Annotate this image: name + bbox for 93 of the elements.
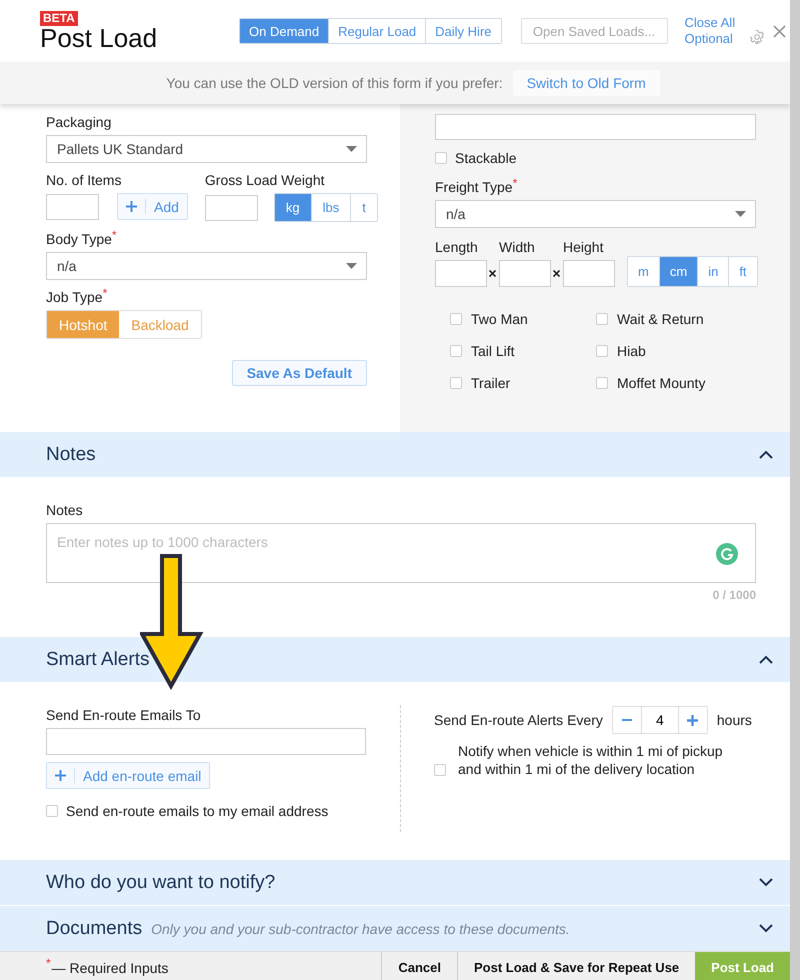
field-label: Gross Load Weight: [204, 172, 326, 188]
dimension-input[interactable]: [435, 260, 487, 287]
section-title: Documents: [46, 918, 142, 940]
section-header[interactable]: Documents Only you and your sub-contractor have access to these documents.: [0, 906, 790, 951]
checkbox[interactable]: [596, 313, 608, 325]
email-input[interactable]: [46, 728, 366, 755]
checkbox-label: Trailer: [471, 375, 510, 391]
section-header[interactable]: Smart Alerts: [0, 637, 790, 682]
mode-tab[interactable]: On Demand: [240, 19, 328, 43]
checkbox[interactable]: [434, 764, 446, 776]
freight-type-select[interactable]: n/a: [435, 200, 756, 228]
field-label: No. of Items: [46, 172, 122, 188]
section-header[interactable]: Who do you want to notify?: [0, 860, 790, 905]
close-all-optional-link[interactable]: Close All Optional: [684, 15, 738, 47]
page-title: Post Load: [40, 23, 158, 53]
field-label: Freight Type: [435, 179, 513, 195]
required-mark: *: [112, 229, 117, 241]
required-mark: *: [46, 956, 51, 968]
section-note: Only you and your sub-contractor have access to these documents.: [151, 920, 570, 936]
dropdown-caret-icon: [346, 146, 357, 152]
mode-tab[interactable]: Daily Hire: [425, 19, 500, 43]
weight-input[interactable]: [204, 194, 258, 220]
field-label: Send En-route Alerts Every: [434, 712, 603, 728]
checkbox[interactable]: [596, 377, 608, 389]
required-mark: *: [102, 287, 108, 299]
checkbox[interactable]: [435, 152, 447, 164]
checkbox-label: Wait & Return: [617, 311, 704, 327]
chevron-up-icon[interactable]: [759, 655, 773, 664]
plus-icon: [687, 714, 698, 726]
interval-input[interactable]: 4: [640, 707, 679, 733]
plus-icon: [126, 201, 137, 212]
unit-toggle[interactable]: kg: [274, 194, 311, 221]
checkbox[interactable]: [46, 805, 58, 817]
required-note: — Required Inputs: [52, 960, 168, 976]
dimension-input[interactable]: [563, 260, 615, 287]
field-label: Packaging: [46, 114, 112, 130]
job-type-toggle[interactable]: Hotshot: [47, 311, 120, 338]
required-mark: *: [512, 177, 518, 189]
field-label: Length: [435, 239, 479, 255]
field-label: Body Type: [46, 231, 112, 247]
plus-icon: [55, 770, 66, 781]
add-item-button[interactable]: Add: [117, 193, 188, 220]
checkbox[interactable]: [596, 345, 608, 357]
times-icon: [553, 270, 560, 277]
beta-badge: BETA: [40, 11, 78, 26]
placeholder-text: Enter notes up to 1000 characters: [57, 534, 268, 550]
checkbox-label: Stackable: [455, 150, 516, 166]
unit-toggle[interactable]: in: [697, 257, 728, 286]
checkbox-label: Two Man: [471, 311, 528, 327]
close-icon[interactable]: [772, 24, 786, 38]
items-input[interactable]: [46, 194, 99, 220]
field-label: Width: [499, 239, 536, 255]
post-load-button[interactable]: Post Load: [695, 952, 790, 980]
field-label: Notes: [46, 502, 84, 518]
settings-icon[interactable]: [750, 30, 764, 44]
section-title: Who do you want to notify?: [46, 872, 276, 894]
checkbox-label: Notify when vehicle is within 1 mi of pickup and within 1 mi of the delivery location: [458, 742, 724, 778]
section-title: Smart Alerts: [46, 648, 150, 670]
unit-label: hours: [716, 712, 752, 728]
times-icon: [489, 270, 496, 277]
checkbox[interactable]: [450, 377, 462, 389]
field-label: Height: [563, 239, 604, 255]
character-counter: 0 / 1000: [712, 588, 756, 602]
notes-textarea[interactable]: Enter notes up to 1000 characters: [46, 523, 756, 583]
chevron-down-icon[interactable]: [759, 878, 773, 887]
switch-form-link[interactable]: Switch to Old Form: [512, 70, 660, 96]
cubic-metres-input[interactable]: [435, 114, 756, 140]
interval-stepper[interactable]: 4: [612, 706, 708, 734]
dropdown-caret-icon: [735, 211, 746, 217]
checkbox-label: Send en-route emails to my email address: [66, 803, 328, 819]
add-email-button[interactable]: Add en-route email: [46, 762, 210, 789]
chevron-up-icon[interactable]: [759, 450, 773, 459]
minus-icon: [622, 719, 632, 721]
checkbox-label: Hiab: [617, 343, 646, 359]
packaging-select[interactable]: Pallets UK Standard: [46, 135, 367, 163]
notice-text: You can use the OLD version of this form if you prefer:: [166, 75, 503, 91]
checkbox-label: Tail Lift: [471, 343, 515, 359]
field-label: Job Type: [46, 289, 103, 305]
dropdown-caret-icon: [346, 263, 357, 269]
checkbox[interactable]: [450, 313, 462, 325]
section-header[interactable]: Notes: [0, 432, 790, 477]
section-title: Notes: [46, 444, 96, 466]
unit-toggle[interactable]: cm: [658, 257, 698, 286]
checkbox[interactable]: [450, 345, 462, 357]
unit-toggle[interactable]: t: [350, 194, 377, 221]
chevron-down-icon[interactable]: [759, 924, 773, 933]
body-type-select[interactable]: n/a: [46, 252, 367, 280]
field-label: Send En-route Emails To: [46, 707, 202, 723]
unit-toggle[interactable]: m: [628, 257, 659, 286]
save-default-button[interactable]: Save As Default: [232, 360, 367, 386]
unit-toggle[interactable]: ft: [728, 257, 757, 286]
checkbox-label: Moffet Mounty: [617, 375, 706, 391]
dimension-input[interactable]: [499, 260, 551, 287]
